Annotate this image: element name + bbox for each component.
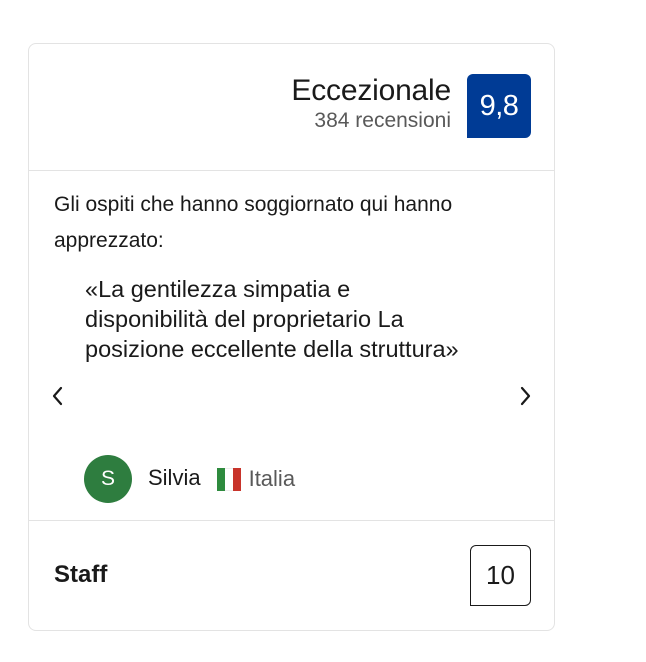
card-header: Eccezionale 384 recensioni 9,8 — [29, 44, 554, 171]
review-count[interactable]: 384 recensioni — [291, 108, 451, 134]
rating-word: Eccezionale — [291, 74, 451, 107]
italy-flag-icon — [216, 467, 241, 491]
reviewer-name: Silvia — [148, 465, 201, 490]
chevron-right-icon — [520, 386, 531, 406]
review-quote: «La gentilezza simpatia e disponibilità … — [85, 276, 459, 362]
review-score-card: Eccezionale 384 recensioni 9,8 Gli ospit… — [28, 43, 555, 631]
carousel-next-button[interactable] — [513, 381, 539, 411]
category-score-row: Staff 10 — [29, 521, 554, 631]
avatar: S — [84, 455, 132, 503]
chevron-left-icon — [52, 386, 63, 406]
liked-heading: Gli ospiti che hanno soggiornato qui han… — [54, 193, 453, 252]
reviewer-info: S Silvia Italia — [84, 455, 295, 503]
rating-summary: Eccezionale 384 recensioni — [291, 74, 451, 134]
category-score: 10 — [470, 545, 531, 606]
score-badge: 9,8 — [467, 74, 531, 138]
review-carousel: Gli ospiti che hanno soggiornato qui han… — [29, 171, 554, 521]
reviewer-country: Italia — [248, 466, 296, 491]
category-label: Staff — [54, 561, 108, 588]
carousel-prev-button[interactable] — [44, 381, 70, 411]
